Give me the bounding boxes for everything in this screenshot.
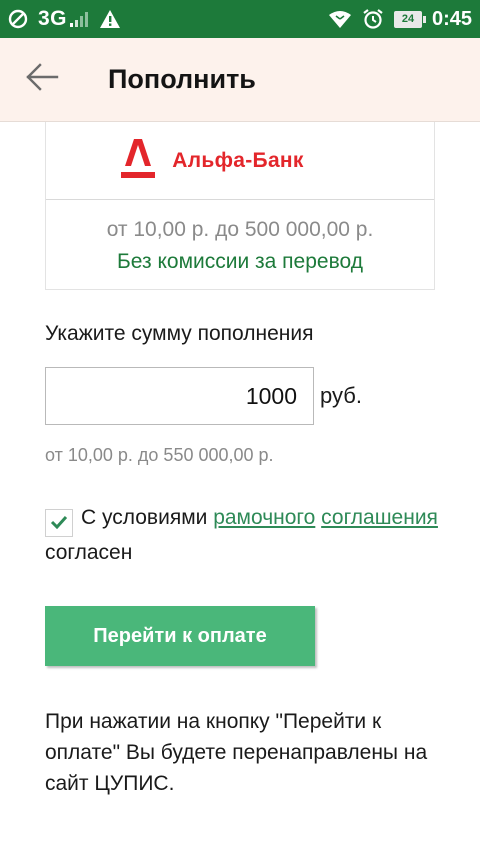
go-to-payment-button[interactable]: Перейти к оплате — [45, 606, 315, 666]
framework-agreement-link[interactable]: рамочного — [213, 506, 315, 529]
bank-logo: Альфа-Банк — [46, 122, 434, 200]
no-sim-icon — [8, 9, 28, 29]
warning-icon — [99, 9, 121, 29]
redirect-note: При нажатии на кнопку "Перейти к оплате"… — [45, 710, 428, 795]
bank-range: от 10,00 р. до 500 000,00 р. — [106, 218, 374, 241]
back-button[interactable] — [0, 38, 84, 122]
framework-agreement-link-2[interactable]: соглашения — [321, 506, 438, 529]
status-left: 3G — [8, 7, 121, 31]
arrow-back-icon — [25, 62, 59, 97]
wifi-icon — [328, 9, 352, 29]
alarm-icon — [362, 8, 384, 30]
currency-label: руб. — [320, 383, 362, 408]
agreement-prefix: С условиями — [81, 506, 208, 529]
amount-input[interactable] — [45, 367, 314, 425]
status-bar: 3G 24 0:45 — [0, 0, 480, 38]
bank-name: Альфа-Банк — [172, 148, 304, 172]
agreement-checkbox[interactable] — [45, 507, 73, 538]
amount-limits: от 10,00 р. до 550 000,00 р. — [45, 445, 274, 465]
app-bar: Пополнить — [0, 38, 480, 122]
battery-icon: 24 — [393, 10, 426, 28]
bank-commission: Без комиссии за перевод — [117, 250, 363, 273]
signal-icon — [69, 10, 89, 28]
clock: 0:45 — [431, 7, 472, 30]
page-title: Пополнить — [108, 64, 256, 94]
agreement-suffix: согласен — [45, 540, 133, 564]
status-right: 24 0:45 — [328, 8, 472, 31]
check-icon — [50, 507, 68, 538]
alfa-bank-logo-icon — [120, 137, 156, 184]
bank-card: Альфа-Банк от 10,00 р. до 500 000,00 р. … — [45, 122, 435, 290]
network-type: 3G — [38, 7, 68, 30]
amount-label: Укажите сумму пополнения — [45, 322, 314, 345]
agreement-row: С условиями рамочного соглашения согласе… — [45, 502, 445, 568]
